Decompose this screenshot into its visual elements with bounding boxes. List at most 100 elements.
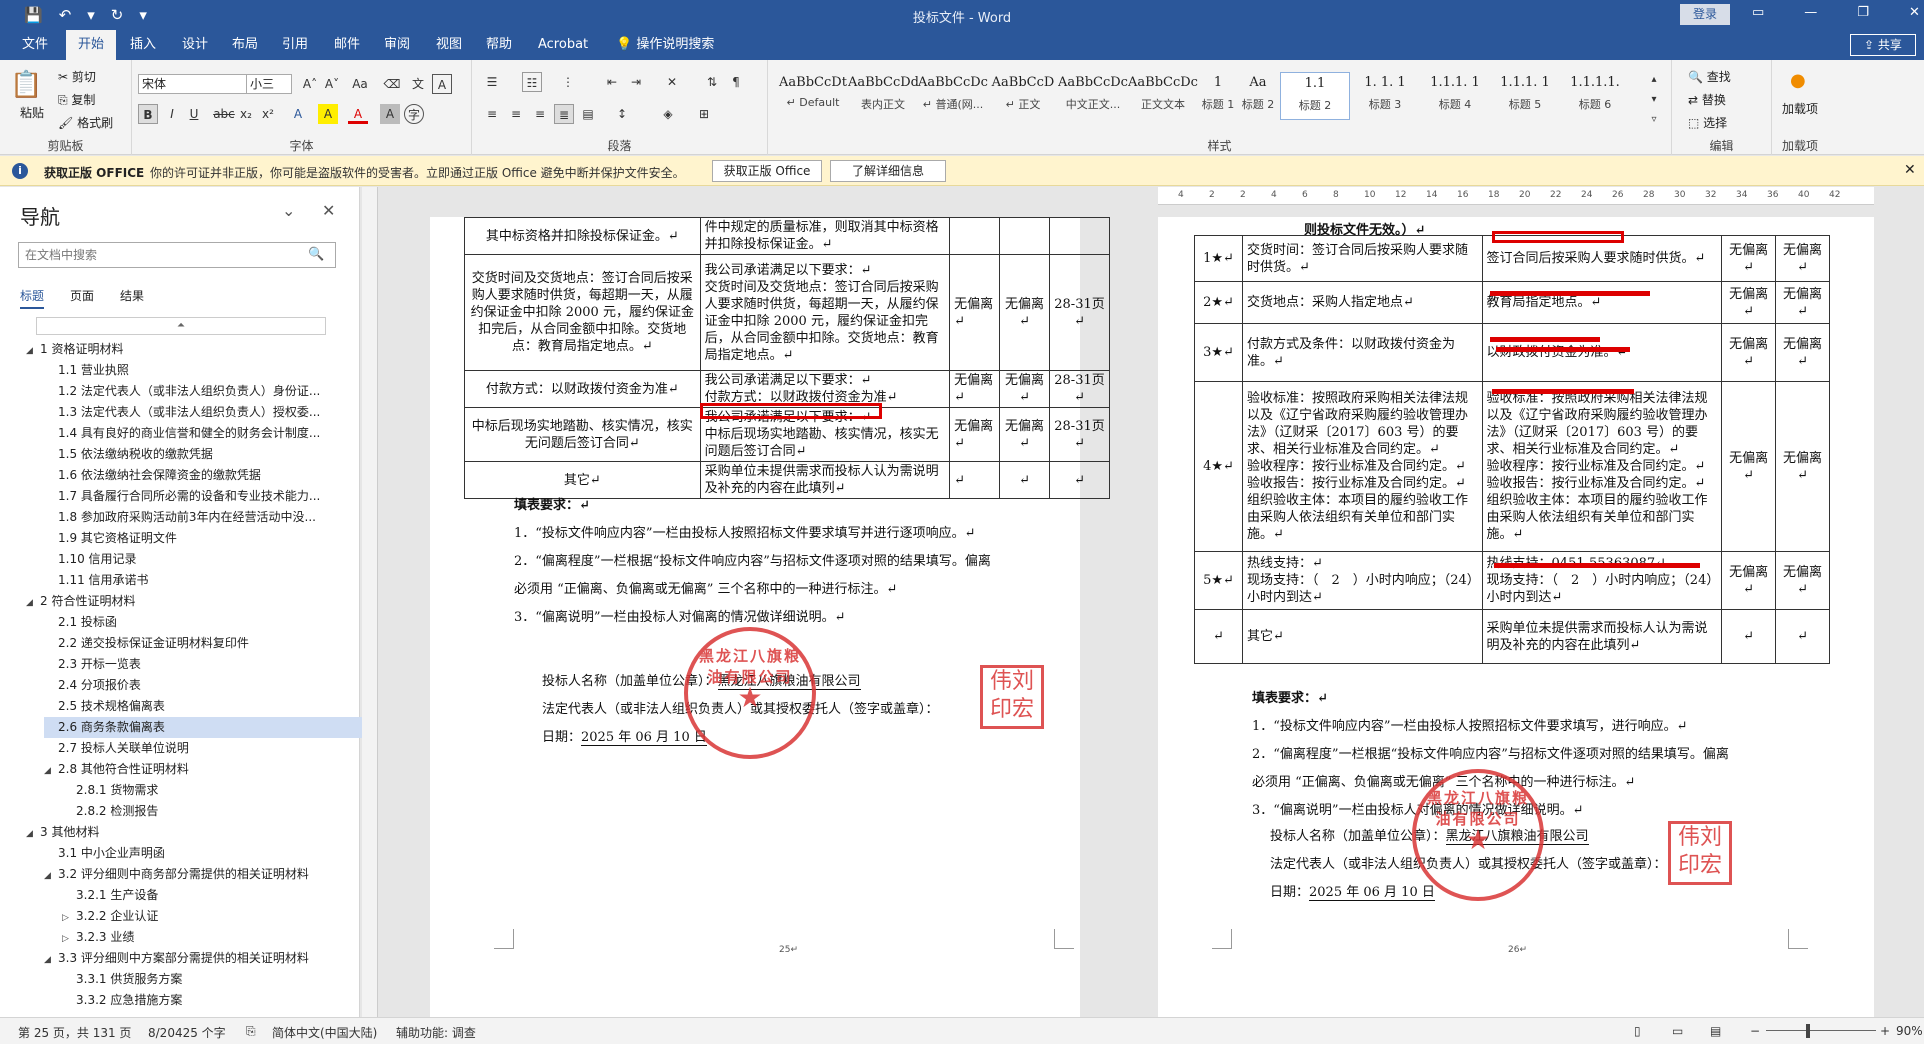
font-name-select[interactable]: 宋体 [138, 74, 248, 94]
font-color-icon[interactable]: A [348, 104, 368, 124]
nav-search-input[interactable]: 在文档中搜索 [18, 242, 336, 268]
distributed-icon[interactable]: ▤ [578, 104, 598, 124]
nav-heading-item[interactable]: ◢ 3.2 评分细则中商务部分需提供的相关证明材料 [44, 864, 364, 885]
nav-heading-item[interactable]: 2.4 分项报价表 [44, 675, 364, 696]
proofing-icon[interactable]: ⎘ [246, 1024, 256, 1039]
table-cell[interactable]: 无偏离↵ [1721, 235, 1777, 282]
tab-file[interactable]: 文件 [10, 30, 60, 60]
addins-button[interactable]: 加载项 [1780, 100, 1820, 117]
nav-heading-item[interactable]: 2.5 技术规格偏离表 [44, 696, 364, 717]
nav-heading-item[interactable]: 1.11 信用承诺书 [44, 570, 364, 591]
nav-heading-item[interactable]: 3.3.1 供货服务方案 [62, 969, 382, 990]
style-item[interactable]: 1.1 标题 2 [1280, 72, 1350, 120]
nav-heading-item[interactable]: 1.8 参加政府采购活动前3年内在经营活动中没... [44, 507, 364, 528]
table-cell[interactable]: 采购单位未提供需求而投标人认为需说明及补充的内容在此填列↵ [1481, 609, 1723, 664]
tab-mailings[interactable]: 邮件 [322, 30, 372, 60]
close-icon[interactable]: ✕ [1909, 5, 1920, 20]
nav-heading-item[interactable]: ◢ 1 资格证明材料 [26, 339, 346, 360]
nav-heading-item[interactable]: 3.3.2 应急措施方案 [62, 990, 382, 1011]
table-cell[interactable] [949, 217, 1001, 255]
tab-help[interactable]: 帮助 [474, 30, 524, 60]
nav-heading-item[interactable]: 3.2.1 生产设备 [62, 885, 382, 906]
table-cell[interactable]: 28-31页↵ [1049, 370, 1110, 408]
table-cell[interactable]: 无偏离↵ [1775, 381, 1830, 552]
tab-layout[interactable]: 布局 [220, 30, 270, 60]
line-spacing-icon[interactable]: ↕ [612, 104, 632, 124]
sort-icon[interactable]: ⇅ [702, 72, 722, 92]
italic-icon[interactable]: I [162, 104, 182, 124]
table-cell[interactable]: 无偏离↵ [1721, 323, 1777, 382]
tab-design[interactable]: 设计 [170, 30, 220, 60]
nav-heading-item[interactable]: ◢ 2.8 其他符合性证明材料 [44, 759, 364, 780]
change-case-icon[interactable]: Aa [350, 74, 370, 94]
tab-references[interactable]: 引用 [270, 30, 320, 60]
multilevel-list-icon[interactable]: ⋮ [558, 72, 578, 92]
table-cell[interactable]: 无偏离↵ [1775, 323, 1830, 382]
style-item[interactable]: AaBbCcDdI 表内正文 [848, 72, 918, 120]
close-warning-icon[interactable]: ✕ [1904, 162, 1916, 178]
nav-tab-headings[interactable]: 标题 [20, 287, 45, 309]
table-cell[interactable]: 无偏离↵ [999, 370, 1051, 408]
learn-more-button[interactable]: 了解详细信息 [830, 160, 946, 182]
highlight-icon[interactable]: A [318, 104, 338, 124]
restore-icon[interactable]: ❐ [1857, 5, 1869, 20]
style-item[interactable]: Aa 标题 2 [1238, 72, 1278, 120]
table-cell[interactable]: 我公司承诺满足以下要求：↵ 付款方式：以财政拨付资金为准↵ [699, 370, 951, 408]
nav-heading-item[interactable]: 3.1 中小企业声明函 [44, 843, 364, 864]
expand-arrow-icon[interactable]: ◢ [44, 761, 58, 780]
font-size-select[interactable]: 小三 [246, 74, 292, 94]
text-effects-icon[interactable]: A [288, 104, 308, 124]
login-button[interactable]: 登录 [1680, 4, 1730, 25]
expand-arrow-icon[interactable]: ▷ [62, 908, 76, 927]
phonetic-guide-icon[interactable]: 文 [408, 74, 428, 94]
table-cell[interactable]: 其它↵ [1241, 609, 1483, 664]
table-cell[interactable]: ↵ [1194, 609, 1243, 664]
select-button[interactable]: ⬚ 选择 [1688, 114, 1727, 131]
table-cell[interactable]: 验收标准：按照政府采购相关法律法规以及《辽宁省政府采购履约验收管理办法》（辽财采… [1481, 381, 1723, 552]
nav-heading-item[interactable]: ◢ 3.3 评分细则中方案部分需提供的相关证明材料 [44, 948, 364, 969]
styles-more-icon[interactable]: ▿ [1644, 110, 1664, 130]
table-cell[interactable]: 1★↵ [1194, 235, 1243, 282]
expand-arrow-icon[interactable]: ▷ [62, 929, 76, 948]
table-cell[interactable]: ↵ [1721, 609, 1777, 664]
zoom-in-icon[interactable]: + [1880, 1024, 1890, 1038]
tab-view[interactable]: 视图 [424, 30, 474, 60]
table-cell[interactable]: 无偏离↵ [1721, 551, 1777, 610]
nav-heading-item[interactable]: 1.10 信用记录 [44, 549, 364, 570]
style-item[interactable]: AaBbCcDc ↵ 普通(网... [918, 72, 988, 120]
char-border-icon[interactable]: A [432, 74, 452, 94]
search-icon[interactable]: 🔍 [308, 247, 324, 262]
table-cell[interactable] [999, 217, 1051, 255]
nav-heading-item[interactable]: 1.7 具备履行合同所必需的设备和专业技术能力... [44, 486, 364, 507]
char-shading-icon[interactable]: A [380, 104, 400, 124]
nav-heading-item[interactable]: 2.7 投标人关联单位说明 [44, 738, 364, 759]
justify-icon[interactable]: ≣ [554, 104, 574, 124]
align-center-icon[interactable]: ≡ [506, 104, 526, 124]
bold-icon[interactable]: B [138, 104, 158, 124]
borders-icon[interactable]: ⊞ [694, 104, 714, 124]
share-button[interactable]: ⇪ 共享 [1850, 34, 1916, 56]
ribbon-display-icon[interactable]: ▭ [1752, 5, 1764, 20]
table-cell[interactable]: 无偏离↵ [1721, 281, 1777, 324]
nav-heading-item[interactable]: 1.6 依法缴纳社会保障资金的缴款凭据 [44, 465, 364, 486]
enclose-char-icon[interactable]: 字 [404, 104, 424, 124]
table-cell[interactable]: 2★↵ [1194, 281, 1243, 324]
expand-arrow-icon[interactable]: ◢ [26, 593, 40, 612]
tab-acrobat[interactable]: Acrobat [526, 30, 600, 60]
paste-icon[interactable]: 📋 [10, 70, 42, 100]
table-cell[interactable]: 以财政拨付资金为准。↵ [1481, 323, 1723, 382]
table-cell[interactable]: 交货时间：签订合同后按采购人要求随时供货。↵ [1241, 235, 1483, 282]
read-mode-icon[interactable]: ▯ [1634, 1024, 1641, 1038]
zoom-slider[interactable] [1766, 1030, 1876, 1031]
table-cell[interactable]: 无偏离↵ [999, 407, 1051, 462]
expand-arrow-icon[interactable]: ◢ [44, 950, 58, 969]
nav-heading-item[interactable]: 2.3 开标一览表 [44, 654, 364, 675]
nav-close-icon[interactable]: ✕ [322, 201, 335, 220]
table-cell[interactable] [1049, 217, 1110, 255]
style-item[interactable]: 1. 1. 1 标题 3 [1350, 72, 1420, 120]
table-cell[interactable]: 3★↵ [1194, 323, 1243, 382]
nav-heading-item[interactable]: 1.3 法定代表人（或非法人组织负责人）授权委... [44, 402, 364, 423]
format-painter-button[interactable]: 🖌 格式刷 [58, 114, 113, 131]
nav-heading-item[interactable]: 1.4 具有良好的商业信誉和健全的财务会计制度... [44, 423, 364, 444]
word-count[interactable]: 8/20425 个字 [148, 1024, 226, 1041]
